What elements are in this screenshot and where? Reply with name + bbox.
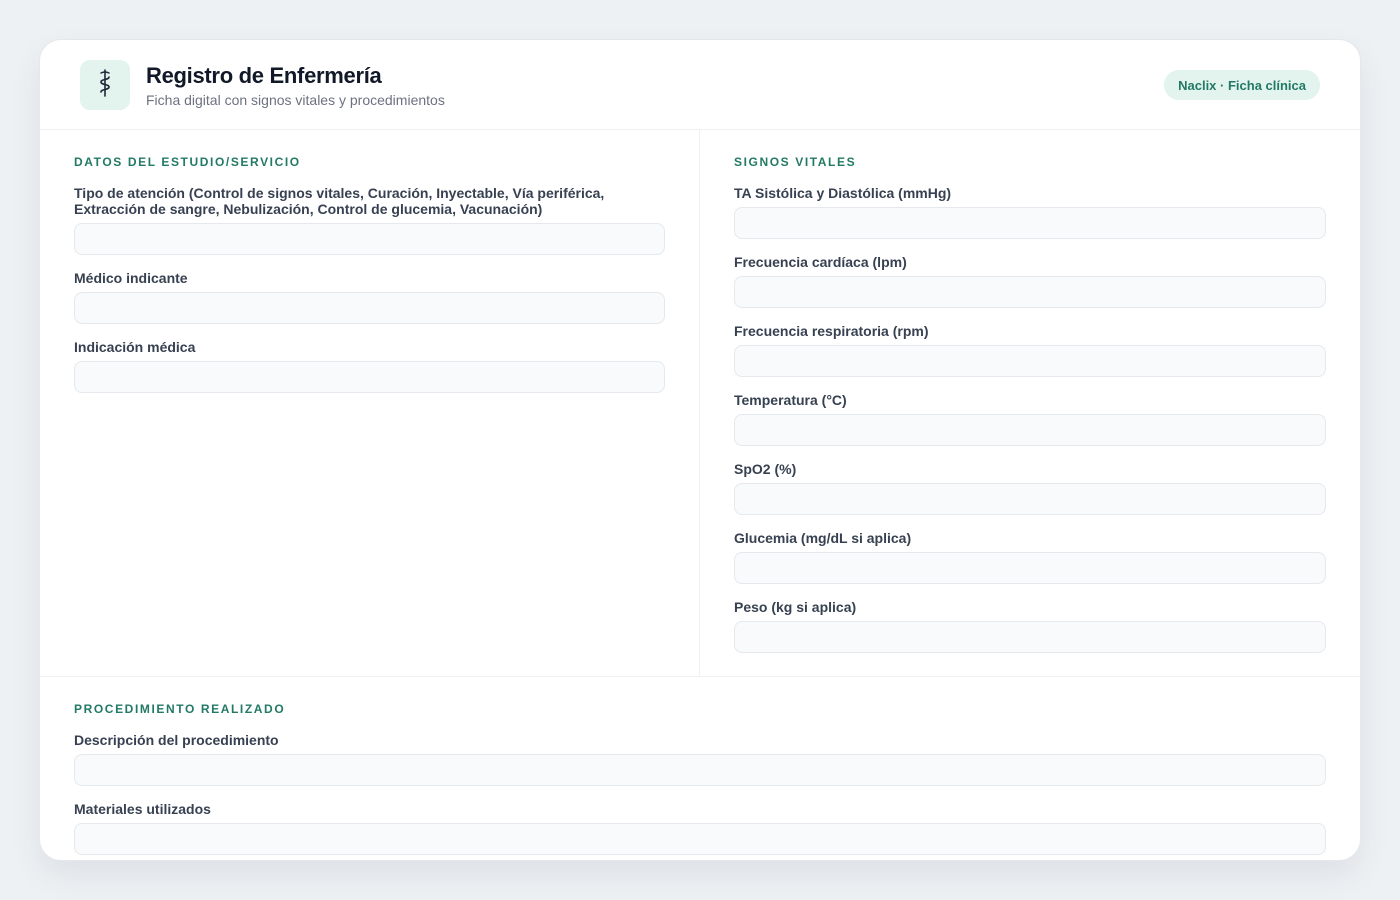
form-columns: DATOS DEL ESTUDIO/SERVICIO Tipo de atenc… [40,130,1360,677]
field-label: Materiales utilizados [74,801,211,817]
temperature-input[interactable] [734,414,1326,446]
section-title-procedure: PROCEDIMIENTO REALIZADO [74,702,286,716]
field-label: Descripción del procedimiento [74,732,279,748]
brand-badge: Naclix · Ficha clínica [1164,70,1320,100]
logo [80,60,130,110]
field-glucose: Glucemia (mg/dL si aplica) [734,530,1326,584]
field-label: Peso (kg si aplica) [734,599,857,615]
field-procedure-description: Descripción del procedimiento [74,732,1326,786]
caduceus-icon [93,68,117,103]
weight-input[interactable] [734,621,1326,653]
section-title-study: DATOS DEL ESTUDIO/SERVICIO [74,155,301,169]
page-title: Registro de Enfermería [146,63,382,88]
vitals-section: SIGNOS VITALES TA Sistólica y Diastólica… [700,130,1360,676]
field-label: Temperatura (°C) [734,392,847,408]
referring-doctor-input[interactable] [74,292,665,324]
field-materials-used: Materiales utilizados [74,801,1326,855]
field-spo2: SpO2 (%) [734,461,1326,515]
nursing-record-card: Registro de Enfermería Ficha digital con… [39,39,1361,861]
glucose-input[interactable] [734,552,1326,584]
field-label: Glucemia (mg/dL si aplica) [734,530,912,546]
study-section: DATOS DEL ESTUDIO/SERVICIO Tipo de atenc… [40,130,700,676]
field-label: Tipo de atención (Control de signos vita… [74,185,605,217]
field-label: Frecuencia cardíaca (lpm) [734,254,907,270]
field-label: Indicación médica [74,339,196,355]
field-weight: Peso (kg si aplica) [734,599,1326,653]
respiratory-rate-input[interactable] [734,345,1326,377]
form-header: Registro de Enfermería Ficha digital con… [40,40,1360,130]
materials-used-input[interactable] [74,823,1326,855]
page-subtitle: Ficha digital con signos vitales y proce… [146,92,445,108]
heart-rate-input[interactable] [734,276,1326,308]
field-medical-indication: Indicación médica [74,339,665,393]
medical-indication-input[interactable] [74,361,665,393]
blood-pressure-input[interactable] [734,207,1326,239]
field-temperature: Temperatura (°C) [734,392,1326,446]
field-blood-pressure: TA Sistólica y Diastólica (mmHg) [734,185,1326,239]
field-attention-type: Tipo de atención (Control de signos vita… [74,185,665,255]
procedure-section: PROCEDIMIENTO REALIZADO Descripción del … [40,677,1360,855]
procedure-description-input[interactable] [74,754,1326,786]
field-label: SpO2 (%) [734,461,797,477]
field-label: TA Sistólica y Diastólica (mmHg) [734,185,952,201]
section-title-vitals: SIGNOS VITALES [734,155,857,169]
field-label: Médico indicante [74,270,188,286]
spo2-input[interactable] [734,483,1326,515]
field-respiratory-rate: Frecuencia respiratoria (rpm) [734,323,1326,377]
field-referring-doctor: Médico indicante [74,270,665,324]
field-label: Frecuencia respiratoria (rpm) [734,323,929,339]
field-heart-rate: Frecuencia cardíaca (lpm) [734,254,1326,308]
attention-type-input[interactable] [74,223,665,255]
